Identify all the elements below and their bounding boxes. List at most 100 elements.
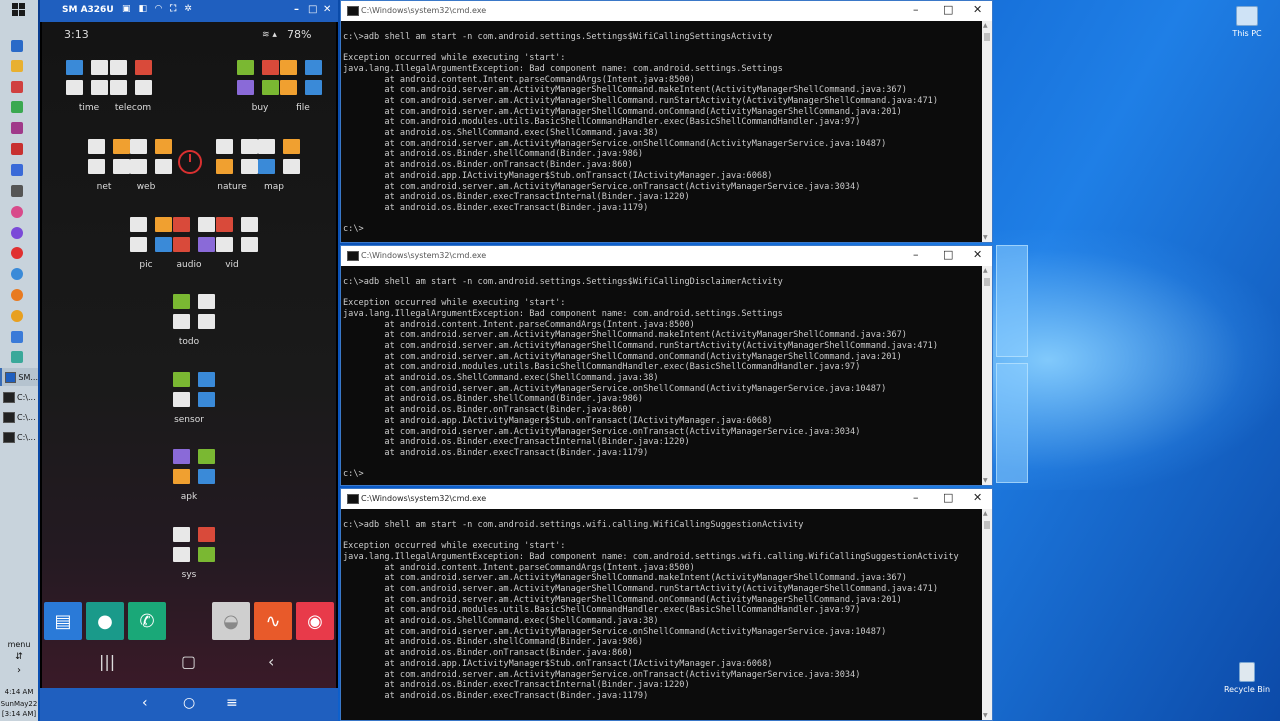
pinned-app-icon[interactable]	[11, 310, 23, 322]
camera-app-icon[interactable]: ◉	[296, 602, 334, 640]
taskbar-time[interactable]: 4:14 AM	[0, 688, 38, 697]
folder-todo[interactable]	[173, 294, 219, 330]
minimize-icon[interactable]: –	[913, 491, 919, 504]
pinned-app-icon[interactable]	[11, 122, 23, 134]
screenshot-icon[interactable]: ◧	[139, 4, 148, 14]
pinned-app-icon[interactable]	[11, 185, 23, 197]
pinned-app-icon[interactable]	[11, 40, 23, 52]
scrollbar[interactable]: ▲ ▼	[982, 21, 992, 242]
maximize-icon[interactable]: □	[943, 491, 953, 504]
opera-icon[interactable]	[11, 247, 23, 259]
task-cmd-3[interactable]: C:\...	[0, 428, 38, 446]
scrollbar[interactable]: ▲ ▼	[982, 266, 992, 485]
back-icon[interactable]: ‹	[268, 652, 274, 671]
cmd-window-1[interactable]: C:\Windows\system32\cmd.exe – □ ✕ c:\>ad…	[340, 0, 993, 243]
folder-web[interactable]	[130, 139, 176, 175]
folder-audio[interactable]	[173, 217, 219, 253]
firefox-icon[interactable]	[11, 289, 23, 301]
cmd-output[interactable]: c:\>adb shell am start -n com.android.se…	[341, 266, 982, 485]
maximize-icon[interactable]: □	[308, 4, 317, 15]
gear-icon[interactable]: ✲	[184, 4, 192, 14]
home-icon[interactable]: ▢	[181, 652, 196, 671]
folder-file[interactable]	[280, 60, 326, 96]
scrollbar[interactable]: ▲ ▼	[982, 509, 992, 720]
pinned-app-icon[interactable]	[11, 164, 23, 176]
folder-time[interactable]	[66, 60, 112, 96]
cmd-output[interactable]: c:\>adb shell am start -n com.android.se…	[341, 21, 982, 242]
menu-button[interactable]: menu	[0, 640, 38, 649]
power-icon[interactable]	[178, 150, 202, 174]
tray-icons[interactable]: ⇵	[0, 652, 38, 662]
scroll-thumb[interactable]	[984, 521, 990, 529]
folder-buy[interactable]	[237, 60, 283, 96]
task-cmd-2[interactable]: C:\...	[0, 408, 38, 426]
terminal-icon	[347, 251, 359, 261]
folder-vid[interactable]	[216, 217, 262, 253]
minimize-icon[interactable]: –	[913, 248, 919, 261]
pinned-app-icon[interactable]	[11, 351, 23, 363]
terminal-icon	[347, 494, 359, 504]
close-icon[interactable]: ✕	[323, 4, 331, 15]
close-icon[interactable]: ✕	[973, 491, 982, 504]
file-explorer-icon[interactable]	[11, 60, 23, 72]
close-icon[interactable]: ✕	[973, 3, 982, 16]
cmd-output[interactable]: c:\>adb shell am start -n com.android.se…	[341, 509, 982, 720]
start-button[interactable]	[12, 3, 26, 17]
cmd-titlebar[interactable]: C:\Windows\system32\cmd.exe – □ ✕	[341, 246, 992, 266]
pinned-app-icon[interactable]	[11, 143, 23, 155]
cmd-window-2[interactable]: C:\Windows\system32\cmd.exe – □ ✕ c:\>ad…	[340, 245, 993, 486]
scroll-thumb[interactable]	[984, 33, 990, 41]
folder-net[interactable]	[88, 139, 134, 175]
cmd-titlebar[interactable]: C:\Windows\system32\cmd.exe – □ ✕	[341, 489, 992, 509]
folder-telecom[interactable]	[110, 60, 156, 96]
scroll-up-icon[interactable]: ▲	[983, 267, 988, 274]
maximize-icon[interactable]: □	[943, 3, 953, 16]
pinned-app-icon[interactable]	[11, 331, 23, 343]
cmd-window-3[interactable]: C:\Windows\system32\cmd.exe – □ ✕ c:\>ad…	[340, 488, 993, 721]
phone-window-titlebar[interactable]: SM A326U ▣ ◧ ◠ ⛶ ✲ – □ ✕	[40, 0, 338, 22]
maximize-icon[interactable]: □	[943, 248, 953, 261]
menu-icon[interactable]: ≡	[226, 695, 238, 711]
camera-icon[interactable]: ▣	[122, 4, 131, 14]
expand-icon[interactable]: ⛶	[170, 4, 176, 14]
task-cmd-1[interactable]: C:\...	[0, 388, 38, 406]
back-icon[interactable]: ‹	[142, 695, 148, 711]
terminal-icon	[3, 411, 15, 423]
phone-icon[interactable]: ✆	[128, 602, 166, 640]
taskbar: SM... C:\... C:\... C:\... menu ⇵ › 4:14…	[0, 0, 38, 721]
pinned-app-icon[interactable]	[11, 206, 23, 218]
taskbar-time-secondary: [3:14 AM]	[1, 710, 37, 718]
folder-nature[interactable]	[216, 139, 262, 175]
scroll-thumb[interactable]	[984, 278, 990, 286]
folder-apk[interactable]	[173, 449, 219, 485]
scroll-down-icon[interactable]: ▼	[983, 477, 988, 484]
close-icon[interactable]: ✕	[973, 248, 982, 261]
minimize-icon[interactable]: –	[913, 3, 919, 16]
pinned-app-icon[interactable]	[11, 101, 23, 113]
contacts-icon[interactable]: ●	[86, 602, 124, 640]
sound-wave-icon[interactable]: ∿	[254, 602, 292, 640]
scroll-down-icon[interactable]: ▼	[983, 234, 988, 241]
pinned-app-icon[interactable]	[11, 227, 23, 239]
scroll-up-icon[interactable]: ▲	[983, 22, 988, 29]
recycle-bin-desktop-icon[interactable]: Recycle Bin	[1222, 662, 1272, 694]
home-icon[interactable]: ○	[183, 695, 195, 711]
scroll-up-icon[interactable]: ▲	[983, 510, 988, 517]
headset-icon[interactable]: ◠	[155, 4, 162, 14]
android-icon[interactable]: ◒	[212, 602, 250, 640]
minimize-icon[interactable]: –	[294, 4, 299, 15]
this-pc-desktop-icon[interactable]: This PC	[1222, 6, 1272, 38]
task-phone-mirror[interactable]: SM...	[0, 368, 38, 386]
folder-sys[interactable]	[173, 527, 219, 563]
folder-pic[interactable]	[130, 217, 176, 253]
chevron-right-icon[interactable]: ›	[0, 665, 38, 676]
folder-sensor[interactable]	[173, 372, 219, 408]
recent-apps-icon[interactable]: |||	[99, 652, 115, 671]
chrome-icon[interactable]	[11, 268, 23, 280]
phone-screen[interactable]: 3:13 ≋ ▴ 78% time telecom buy file net w…	[42, 22, 336, 688]
folder-map[interactable]	[258, 139, 304, 175]
messages-icon[interactable]: ▤	[44, 602, 82, 640]
scroll-down-icon[interactable]: ▼	[983, 712, 988, 719]
cmd-titlebar[interactable]: C:\Windows\system32\cmd.exe – □ ✕	[341, 1, 992, 21]
pinned-app-icon[interactable]	[11, 81, 23, 93]
